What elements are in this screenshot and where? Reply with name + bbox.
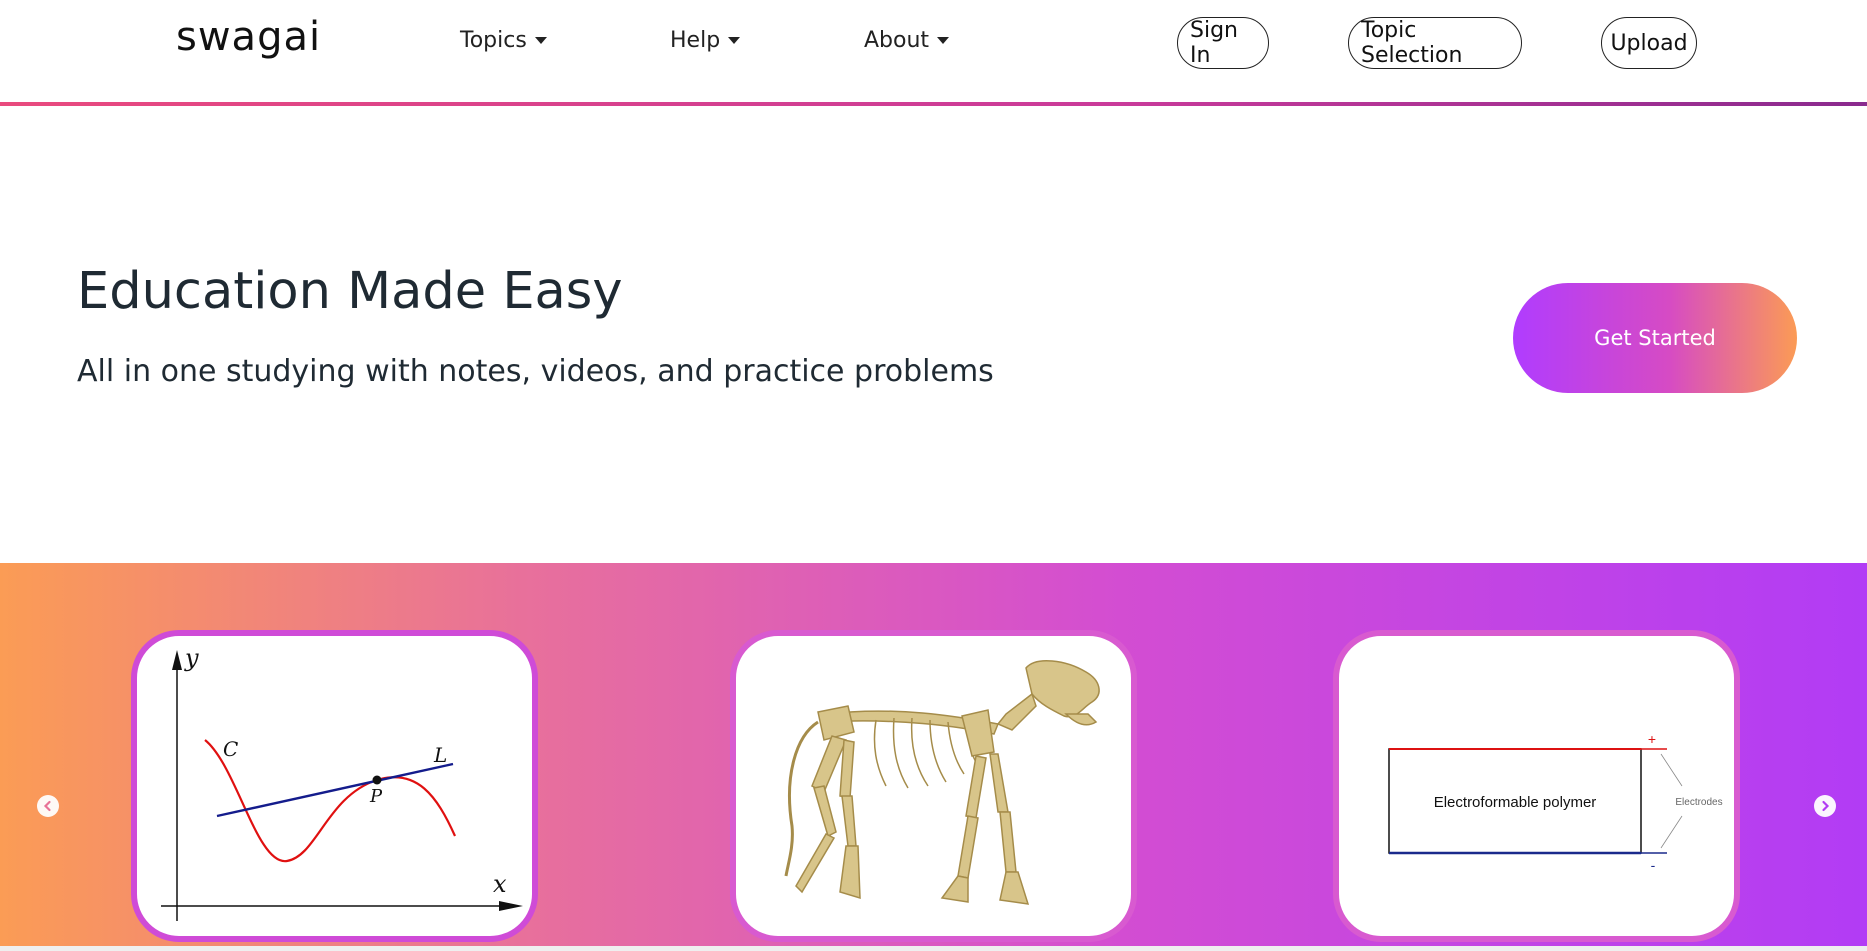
caret-down-icon	[534, 37, 547, 44]
about-dropdown[interactable]: About	[864, 28, 950, 53]
label-y: y	[184, 644, 199, 672]
carousel-card-skeleton[interactable]	[730, 630, 1137, 942]
help-dropdown[interactable]: Help	[670, 28, 741, 53]
page-bottom-strip	[0, 946, 1867, 951]
minus-label: -	[1651, 857, 1656, 873]
electrodes-label: Electrodes	[1675, 797, 1722, 808]
navbar-divider	[0, 102, 1867, 106]
chevron-left-icon	[43, 800, 51, 812]
label-c: C	[223, 737, 238, 761]
hero-title: Education Made Easy	[77, 262, 623, 321]
brand-logo[interactable]: swagai	[176, 14, 321, 60]
get-started-button[interactable]: Get Started	[1513, 283, 1797, 393]
help-label: Help	[670, 28, 721, 53]
caret-down-icon	[728, 37, 741, 44]
topics-label: Topics	[460, 28, 527, 53]
navbar: swagai Topics Help About Sign In Topic S…	[0, 0, 1867, 106]
caret-down-icon	[937, 37, 950, 44]
carousel-next-button[interactable]	[1814, 795, 1836, 817]
upload-button[interactable]: Upload	[1601, 17, 1697, 69]
tangent-line-diagram: C L P y x	[161, 644, 523, 921]
skeleton-illustration	[784, 660, 1100, 905]
hero-subtitle: All in one studying with notes, videos, …	[77, 354, 994, 389]
polymer-label: Electroformable polymer	[1434, 794, 1597, 811]
topics-dropdown[interactable]: Topics	[460, 28, 547, 53]
carousel-prev-button[interactable]	[37, 795, 59, 817]
topic-selection-button[interactable]: Topic Selection	[1348, 17, 1522, 69]
polymer-diagram: Electroformable polymer + - Electrodes	[1388, 731, 1723, 873]
label-p: P	[369, 786, 383, 807]
plus-label: +	[1648, 731, 1656, 747]
chevron-right-icon	[1822, 800, 1830, 812]
label-x: x	[493, 870, 507, 898]
sign-in-button[interactable]: Sign In	[1177, 17, 1269, 69]
about-label: About	[864, 28, 930, 53]
carousel-card-calculus[interactable]: C L P y x	[131, 630, 538, 942]
carousel-card-polymer[interactable]: Electroformable polymer + - Electrodes	[1333, 630, 1740, 942]
label-l: L	[433, 743, 447, 767]
